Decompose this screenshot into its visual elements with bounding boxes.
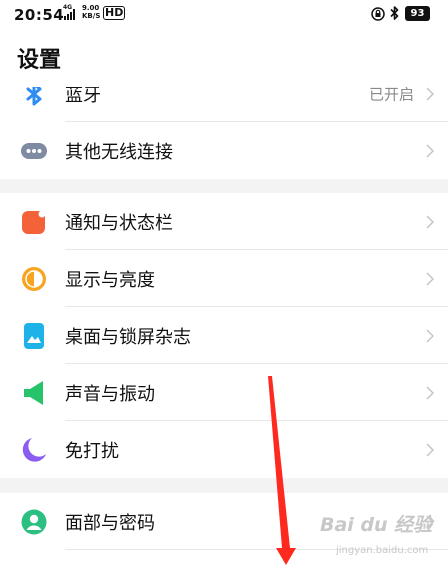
watermark-url: jingyan.baidu.com [336,545,429,556]
do-not-disturb-icon [22,437,46,462]
brightness-icon [22,266,46,291]
settings-item-label: 显示与亮度 [65,269,155,291]
face-password-icon [21,509,47,534]
chevron-right-icon [426,143,434,158]
rotation-lock-icon [371,7,385,21]
settings-group-display: 通知与状态栏 显示与亮度 桌面与锁屏杂志 声音与振动 免打扰 [0,193,448,478]
hd-badge: HD [103,6,126,20]
chevron-right-icon [426,87,434,101]
more-connections-icon [21,142,47,159]
watermark-logo: Bai du 经验 [320,514,433,536]
bluetooth-icon [26,87,42,105]
chevron-right-icon [426,271,434,286]
chevron-right-icon [426,385,434,400]
battery-indicator: 93 [405,6,430,21]
settings-item-label: 蓝牙 [65,87,101,106]
settings-item-bluetooth[interactable]: 蓝牙 已开启 [0,87,448,122]
status-bar: 20:54 9.00 KB/S 4G HD 93 [0,0,448,32]
notification-icon [22,210,46,234]
settings-item-label: 通知与状态栏 [65,212,173,234]
settings-item-other-wireless[interactable]: 其他无线连接 [0,122,448,179]
bluetooth-status-icon [390,6,399,20]
settings-item-desktop-lockscreen[interactable]: 桌面与锁屏杂志 [0,307,448,364]
settings-item-label: 其他无线连接 [65,141,173,163]
header: 设置 [0,32,448,87]
network-speed: 9.00 KB/S [82,4,100,20]
settings-item-sound-vibration[interactable]: 声音与振动 [0,364,448,421]
settings-item-display-brightness[interactable]: 显示与亮度 [0,250,448,307]
page-title: 设置 [17,48,62,73]
chevron-right-icon [426,328,434,343]
settings-group-connections: 蓝牙 已开启 其他无线连接 [0,87,448,179]
sound-icon [24,380,43,405]
bluetooth-status: 已开启 [368,87,414,103]
chevron-right-icon [426,214,434,229]
settings-item-label: 面部与密码 [65,512,155,534]
settings-item-label: 免打扰 [65,440,119,462]
chevron-right-icon [426,442,434,457]
settings-item-do-not-disturb[interactable]: 免打扰 [0,421,448,478]
speed-value: 9.00 [82,4,100,12]
settings-item-label: 声音与振动 [65,383,155,405]
signal-icon [64,9,75,20]
settings-item-notifications[interactable]: 通知与状态栏 [0,193,448,250]
wallpaper-icon [24,322,44,349]
speed-unit: KB/S [82,12,101,20]
settings-item-label: 桌面与锁屏杂志 [65,326,191,348]
status-time: 20:54 [14,6,65,24]
